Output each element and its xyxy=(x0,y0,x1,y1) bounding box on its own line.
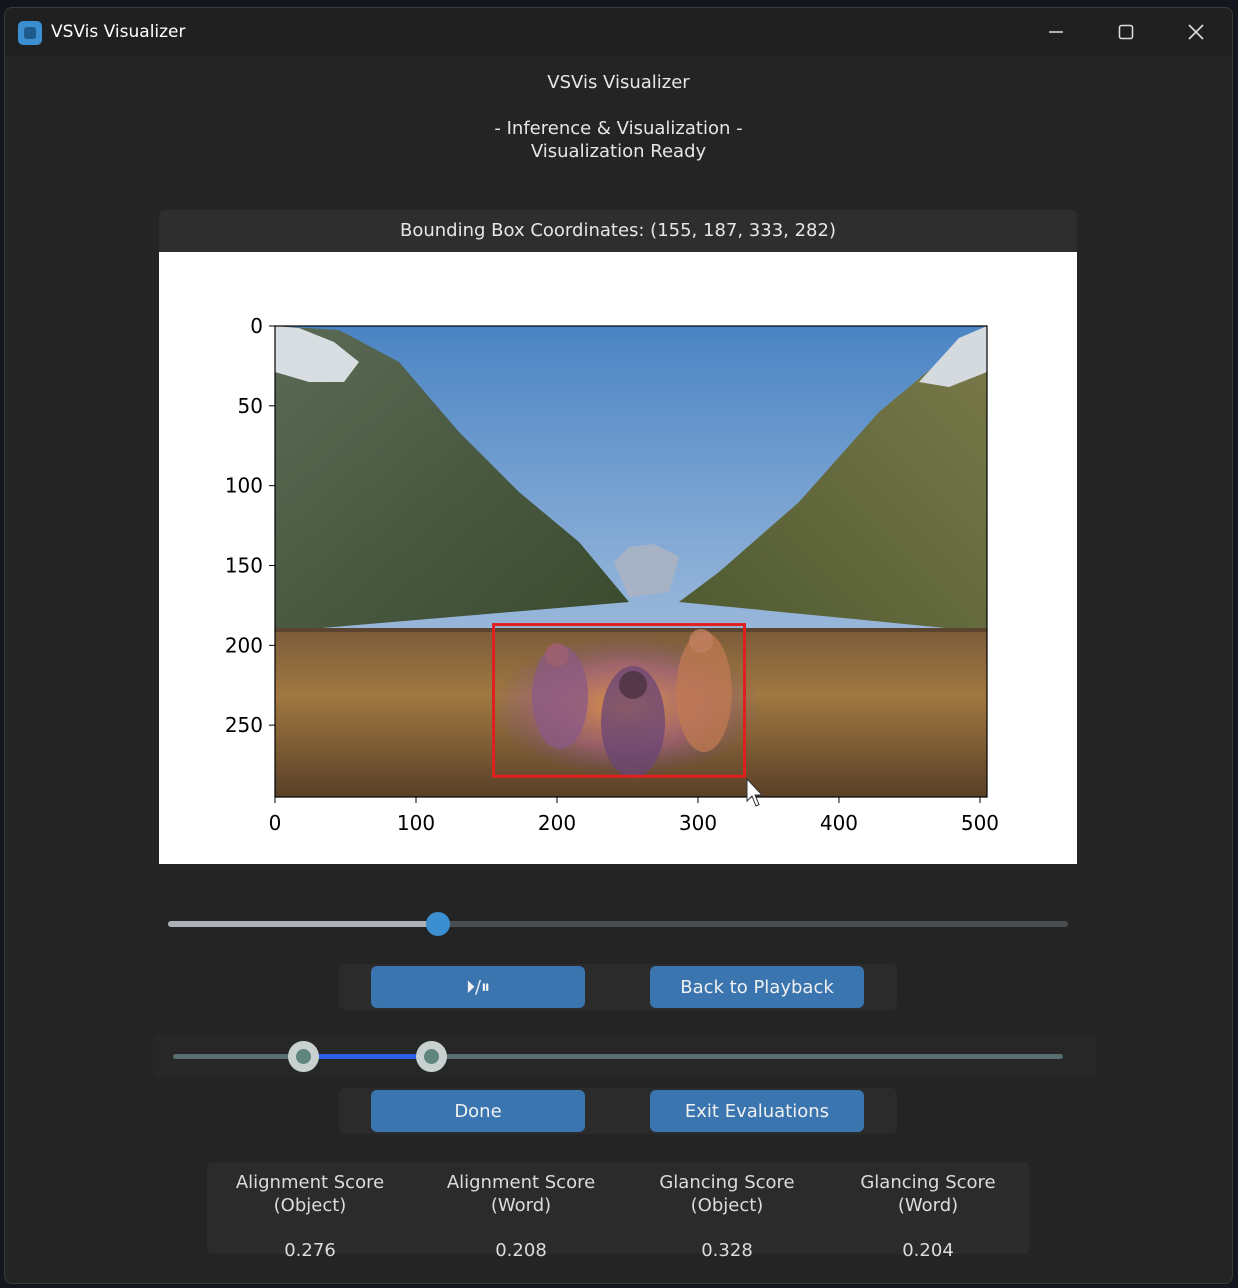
x-tick-label: 300 xyxy=(679,811,717,835)
x-tick-label: 100 xyxy=(397,811,435,835)
close-icon xyxy=(1188,24,1204,40)
close-button[interactable] xyxy=(1161,8,1231,56)
y-tick-label: 150 xyxy=(225,553,263,577)
minimize-icon xyxy=(1049,31,1063,33)
range-selection xyxy=(302,1054,432,1059)
mode-subtitle: - Inference & Visualization - xyxy=(494,118,743,139)
done-button[interactable]: Done xyxy=(371,1090,585,1132)
plot-canvas: 0 100 200 300 400 500 0 50 100 150 200 250 xyxy=(225,314,999,835)
score-sublabel: (Word) xyxy=(490,1195,552,1216)
title-bar[interactable]: VSVis Visualizer xyxy=(5,8,1232,56)
score-value: 0.204 xyxy=(902,1240,954,1261)
score-sublabel: (Word) xyxy=(897,1195,959,1216)
maximize-icon xyxy=(1118,24,1134,40)
y-tick-label: 100 xyxy=(225,474,263,498)
x-tick-label: 200 xyxy=(538,811,576,835)
minimize-button[interactable] xyxy=(1021,8,1091,56)
score-value: 0.276 xyxy=(284,1240,336,1261)
status-text: Visualization Ready xyxy=(530,141,707,162)
app-heading: VSVis Visualizer xyxy=(547,72,690,93)
window-title: VSVis Visualizer xyxy=(51,22,186,42)
evaluation-controls: Done Exit Evaluations xyxy=(339,1088,897,1134)
bbox-coordinates-label: Bounding Box Coordinates: (155, 187, 333… xyxy=(159,210,1077,252)
score-value: 0.328 xyxy=(701,1240,753,1261)
visualization-plot: 0 100 200 300 400 500 0 50 100 150 200 250 xyxy=(159,252,1077,864)
x-tick-label: 0 xyxy=(269,811,282,835)
score-label: Glancing Score xyxy=(860,1172,996,1193)
scores-panel: Alignment Score (Object) 0.276 Alignment … xyxy=(207,1162,1030,1261)
score-label: Alignment Score xyxy=(235,1172,385,1193)
y-tick-label: 250 xyxy=(225,713,263,737)
score-sublabel: (Object) xyxy=(273,1195,347,1216)
score-value: 0.208 xyxy=(495,1240,547,1261)
score-label: Alignment Score xyxy=(446,1172,596,1193)
exit-evaluations-button[interactable]: Exit Evaluations xyxy=(650,1090,864,1132)
playback-controls: ⏵/⏸ Back to Playback xyxy=(339,964,897,1010)
y-axis: 0 50 100 150 200 250 xyxy=(225,314,275,737)
score-sublabel: (Object) xyxy=(690,1195,764,1216)
slider-progress xyxy=(168,921,438,927)
app-window: VSVis Visualizer VSVis Visualizer - Infe… xyxy=(4,7,1233,1284)
y-tick-label: 50 xyxy=(238,394,263,418)
slider-handle[interactable] xyxy=(426,912,450,936)
x-tick-label: 400 xyxy=(820,811,858,835)
score-label: Glancing Score xyxy=(659,1172,795,1193)
range-end-handle[interactable] xyxy=(416,1041,448,1072)
app-logo-icon xyxy=(18,21,42,45)
back-to-playback-button[interactable]: Back to Playback xyxy=(650,966,864,1008)
y-tick-label: 200 xyxy=(225,633,263,657)
range-start-handle[interactable] xyxy=(287,1041,319,1072)
range-slider[interactable] xyxy=(153,1034,1097,1078)
play-pause-button[interactable]: ⏵/⏸ xyxy=(371,966,585,1008)
x-tick-label: 500 xyxy=(961,811,999,835)
maximize-button[interactable] xyxy=(1091,8,1161,56)
playback-slider[interactable] xyxy=(168,912,1068,936)
x-axis: 0 100 200 300 400 500 xyxy=(269,797,999,835)
y-tick-label: 0 xyxy=(250,314,263,338)
